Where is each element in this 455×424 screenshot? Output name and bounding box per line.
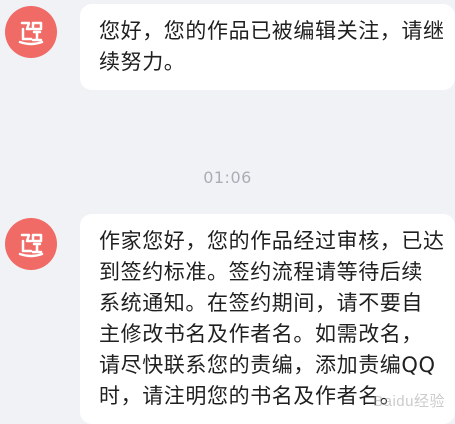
message-text-line: 到签约标准。签约流程请等待后续 [99, 260, 423, 284]
message-bubble: 您好，您的作品已被编辑关注，请继 续努力。 [80, 4, 455, 90]
watermark: Baidu经验 [373, 393, 445, 410]
message-text-line: 续努力。 [99, 50, 186, 74]
timestamp: 01:06 [203, 168, 252, 187]
chat-window: 您好，您的作品已被编辑关注，请继 续努力。 01:06 作家您好，您的作品经过审… [0, 0, 455, 424]
message-text-line: 您好，您的作品已被编辑关注，请继 [99, 19, 445, 43]
message-text-line: 主修改书名及作者名。如需改名， [99, 322, 423, 346]
red-circle-logo-icon [18, 21, 44, 46]
avatar[interactable] [5, 218, 57, 270]
message-text-line: 系统通知。在签约期间，请不要自 [99, 291, 423, 315]
message-text-line: 作家您好，您的作品经过审核，已达 [99, 229, 445, 253]
avatar[interactable] [5, 6, 57, 58]
message-text-line: 请尽快联系您的责编，添加责编QQ [99, 353, 436, 377]
red-circle-logo-icon [18, 233, 44, 258]
